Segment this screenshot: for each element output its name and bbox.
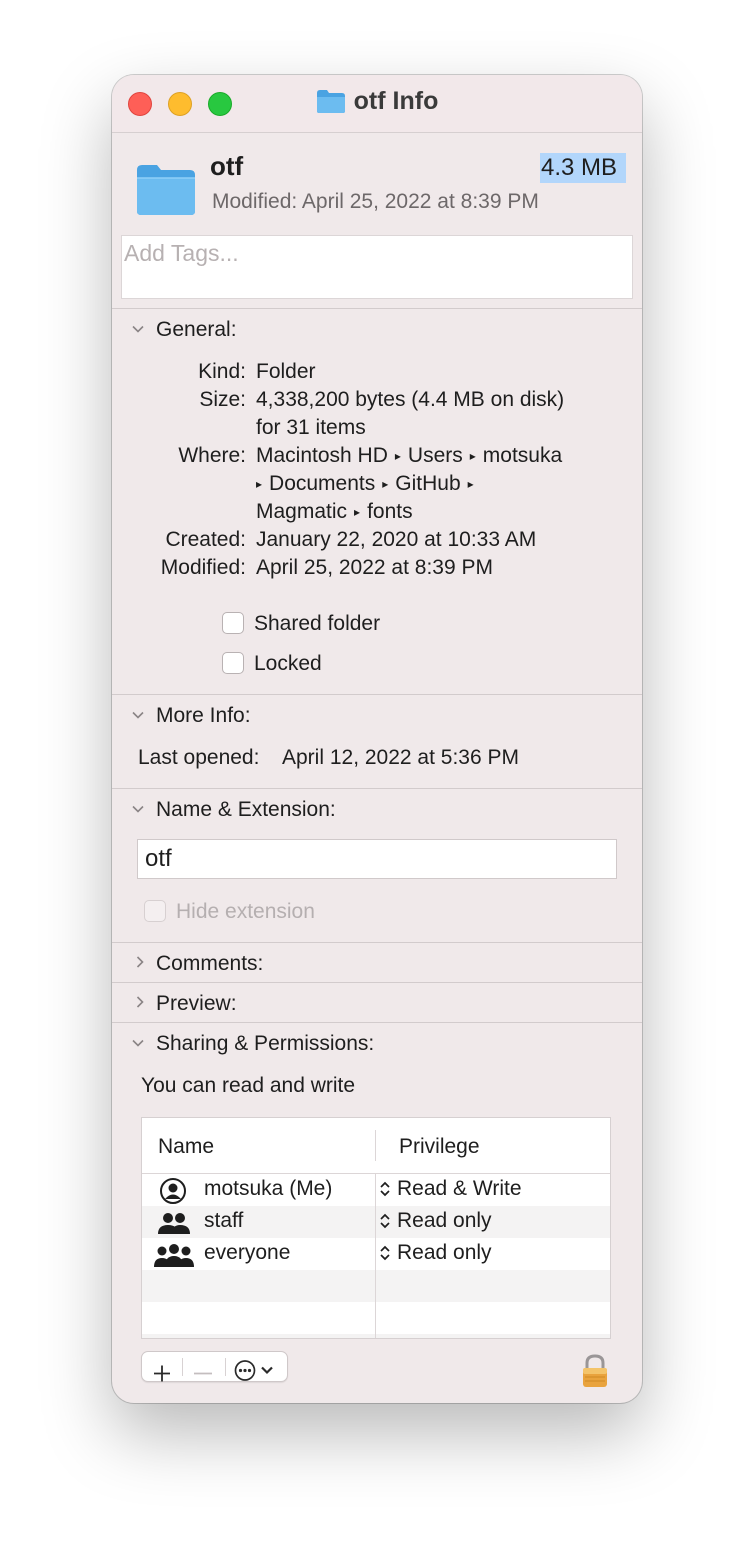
- sharing-status: You can read and write: [141, 1074, 356, 1097]
- path-arrow-icon: ▸: [467, 477, 474, 491]
- folder-icon: [316, 90, 345, 113]
- group-icon: [158, 1213, 190, 1234]
- tags-field[interactable]: Add Tags...: [121, 235, 633, 299]
- table-row[interactable]: everyone Read only: [142, 1238, 610, 1270]
- path-segment: Magmatic: [256, 500, 348, 523]
- divider: [112, 982, 642, 983]
- column-divider: [375, 1130, 376, 1161]
- header-size[interactable]: 4.3 MB: [541, 154, 617, 182]
- file-name: otf: [210, 151, 244, 181]
- folder-icon: [137, 165, 195, 215]
- chevron-down-icon[interactable]: [132, 803, 144, 815]
- table-row-empty: [142, 1334, 610, 1338]
- divider: [112, 942, 642, 943]
- where-path-line1: Macintosh HD ▸ Users ▸ motsuka: [256, 444, 562, 468]
- path-segment: motsuka: [482, 444, 563, 467]
- up-down-arrows-icon[interactable]: [379, 1180, 391, 1198]
- section-comments-heading[interactable]: Comments:: [156, 952, 263, 976]
- divider: [112, 788, 642, 789]
- where-path-line3: Magmatic ▸ fonts: [256, 500, 413, 524]
- hide-extension-label[interactable]: Hide extension: [176, 900, 315, 924]
- section-name-extension-heading[interactable]: Name & Extension:: [156, 798, 336, 822]
- divider: [112, 1022, 642, 1023]
- path-segment: fonts: [367, 500, 413, 523]
- table-row[interactable]: motsuka (Me) Read & Write: [142, 1174, 610, 1206]
- path-segment: GitHub: [395, 472, 461, 495]
- path-segment: Documents: [269, 472, 376, 495]
- window-title: otf Info: [112, 87, 642, 116]
- section-preview-heading[interactable]: Preview:: [156, 992, 237, 1016]
- divider: [225, 1358, 226, 1376]
- user-icon: [160, 1178, 186, 1204]
- everyone-icon: [154, 1244, 194, 1267]
- row-privilege[interactable]: Read only: [397, 1209, 492, 1233]
- divider: [112, 694, 642, 695]
- path-arrow-icon: ▸: [256, 477, 263, 491]
- path-arrow-icon: ▸: [394, 449, 401, 463]
- last-opened-value: April 12, 2022 at 5:36 PM: [282, 746, 519, 769]
- chevron-right-icon[interactable]: [134, 996, 146, 1008]
- table-row-empty: [142, 1302, 610, 1334]
- divider: [112, 308, 642, 309]
- table-row[interactable]: staff Read only: [142, 1206, 610, 1238]
- size-value: 4,338,200 bytes (4.4 MB on disk): [256, 388, 565, 411]
- more-actions-icon[interactable]: [234, 1356, 280, 1385]
- column-header-name[interactable]: Name: [158, 1135, 214, 1159]
- path-arrow-icon: ▸: [354, 505, 361, 519]
- tags-placeholder: Add Tags...: [124, 240, 239, 266]
- path-arrow-icon: ▸: [469, 449, 476, 463]
- column-header-privilege[interactable]: Privilege: [399, 1135, 480, 1159]
- row-privilege[interactable]: Read & Write: [397, 1177, 522, 1201]
- column-divider: [375, 1174, 376, 1338]
- row-name: staff: [204, 1209, 244, 1232]
- title-bar: otf Info: [112, 75, 642, 133]
- kind-value: Folder: [256, 360, 316, 383]
- name-input[interactable]: otf: [137, 839, 617, 879]
- row-name: everyone: [204, 1241, 291, 1264]
- hide-extension-checkbox[interactable]: [144, 900, 166, 922]
- table-header: Name Privilege: [142, 1118, 610, 1174]
- row-privilege[interactable]: Read only: [397, 1241, 492, 1265]
- kind-label: Kind:: [198, 360, 246, 383]
- locked-label[interactable]: Locked: [254, 652, 322, 676]
- remove-icon[interactable]: [192, 1359, 214, 1388]
- section-sharing-heading[interactable]: Sharing & Permissions:: [156, 1032, 374, 1056]
- table-row-empty: [142, 1270, 610, 1302]
- last-opened-label: Last opened:: [138, 746, 260, 769]
- permissions-table: Name Privilege motsuka (Me) Read & Write…: [141, 1117, 611, 1339]
- size-label: Size:: [199, 388, 246, 411]
- shared-folder-checkbox[interactable]: [222, 612, 244, 634]
- section-general-heading[interactable]: General:: [156, 318, 237, 342]
- section-more-info-heading[interactable]: More Info:: [156, 704, 251, 728]
- created-value: January 22, 2020 at 10:33 AM: [256, 528, 537, 551]
- lock-icon[interactable]: [581, 1354, 609, 1388]
- chevron-down-icon[interactable]: [132, 709, 144, 721]
- up-down-arrows-icon[interactable]: [379, 1244, 391, 1262]
- chevron-right-icon[interactable]: [134, 956, 146, 968]
- size-value-items: for 31 items: [256, 416, 366, 439]
- permissions-button-bar: [141, 1351, 288, 1382]
- window-title-text: otf Info: [353, 87, 439, 115]
- modified-label: Modified:: [160, 556, 246, 579]
- row-name: motsuka (Me): [204, 1177, 333, 1200]
- created-label: Created:: [165, 528, 246, 551]
- up-down-arrows-icon[interactable]: [379, 1212, 391, 1230]
- divider: [182, 1358, 183, 1376]
- add-icon[interactable]: [152, 1359, 172, 1388]
- path-segment: Users: [407, 444, 463, 467]
- modified-value: April 25, 2022 at 8:39 PM: [256, 556, 493, 579]
- name-input-value: otf: [145, 845, 172, 872]
- where-label: Where:: [178, 444, 246, 467]
- shared-folder-label[interactable]: Shared folder: [254, 612, 380, 636]
- chevron-down-icon[interactable]: [132, 323, 144, 335]
- info-window: otf Info otf 4.3 MB Modified: April 25, …: [112, 75, 642, 1403]
- locked-checkbox[interactable]: [222, 652, 244, 674]
- header-modified: Modified: April 25, 2022 at 8:39 PM: [212, 190, 539, 213]
- path-segment: Macintosh HD: [256, 444, 388, 467]
- chevron-down-icon[interactable]: [132, 1037, 144, 1049]
- path-arrow-icon: ▸: [382, 477, 389, 491]
- where-path-line2: ▸ Documents ▸ GitHub ▸: [256, 472, 474, 496]
